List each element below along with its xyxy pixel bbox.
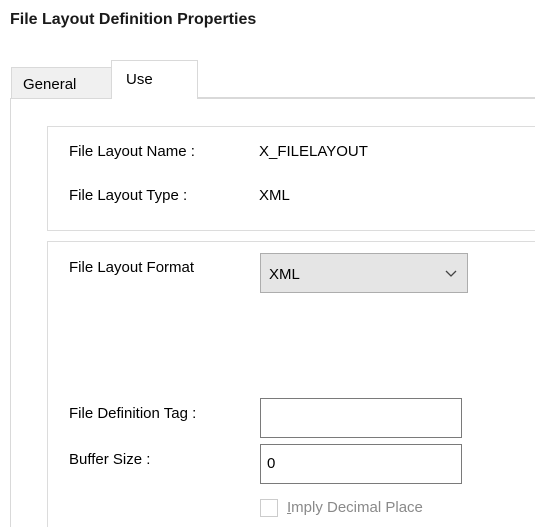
file-layout-name-value: X_FILELAYOUT (259, 143, 368, 160)
tab-strip-divider (197, 97, 535, 98)
file-layout-format-label: File Layout Format (69, 259, 195, 276)
file-definition-tag-label: File Definition Tag : (69, 405, 197, 422)
imply-decimal-label: Imply Decimal Place (287, 499, 423, 516)
tab-use[interactable]: Use (111, 60, 198, 99)
file-layout-format-selected: XML (269, 266, 300, 283)
imply-decimal-checkbox[interactable] (260, 499, 278, 517)
tab-use-label: Use (126, 71, 153, 88)
file-layout-name-label: File Layout Name : (69, 143, 195, 160)
file-layout-type-value: XML (259, 187, 290, 204)
buffer-size-input[interactable]: 0 (260, 444, 462, 484)
imply-decimal-label-rest: mply Decimal Place (291, 499, 423, 516)
tab-general-label: General (23, 76, 77, 93)
properties-dialog: File Layout Definition Properties Genera… (0, 0, 535, 527)
dialog-title: File Layout Definition Properties (10, 11, 257, 28)
chevron-down-icon (445, 270, 457, 277)
tab-general[interactable]: General (11, 67, 112, 98)
file-definition-tag-input[interactable] (260, 398, 462, 438)
buffer-size-label: Buffer Size : (69, 451, 151, 468)
file-layout-type-label: File Layout Type : (69, 187, 188, 204)
file-layout-format-select[interactable]: XML (260, 253, 468, 293)
layout-info-group (47, 126, 535, 231)
